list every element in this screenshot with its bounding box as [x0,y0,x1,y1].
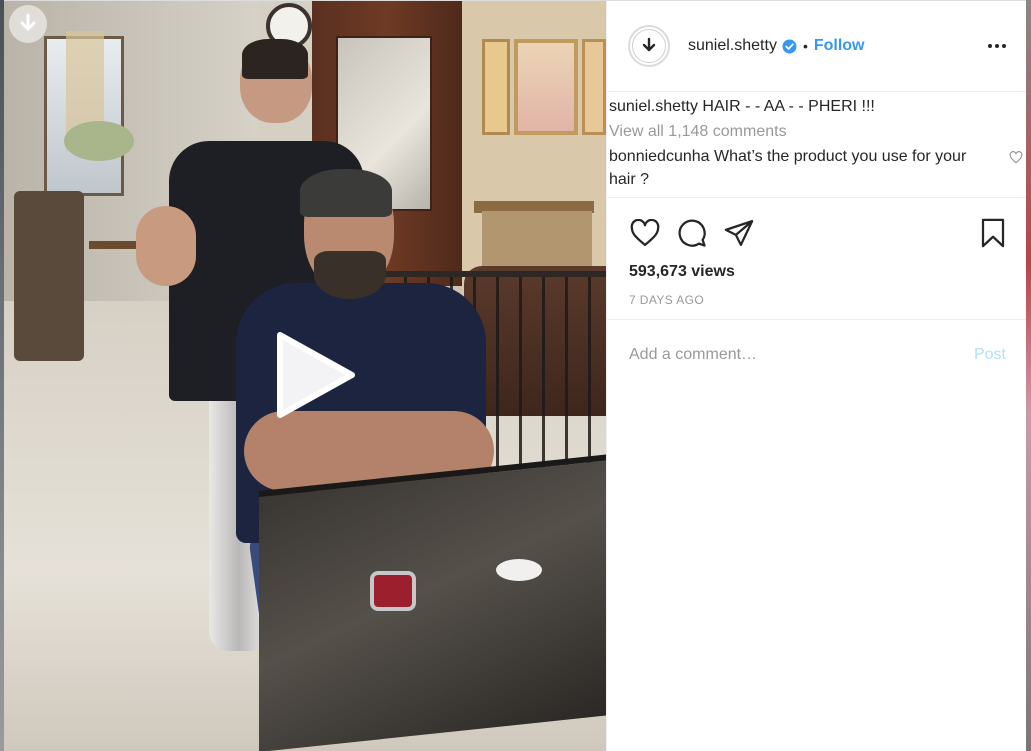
post-details-panel: suniel.shetty • Follow suniel.shetty HAI… [606,1,1026,751]
comments-section: suniel.shetty HAIR - - AA - - PHERI !!! … [607,92,1026,191]
bookmark-icon[interactable] [976,216,1010,250]
share-icon[interactable] [722,216,756,250]
avatar[interactable] [628,25,670,67]
post-actions [607,197,1026,255]
download-arrow-icon [632,29,666,63]
comment-like-heart-icon[interactable] [1009,148,1023,171]
caption: suniel.shetty HAIR - - AA - - PHERI !!! [609,95,1006,118]
post-video[interactable] [4,1,606,751]
caption-username[interactable]: suniel.shetty [609,98,698,115]
heart-icon[interactable] [628,216,662,250]
post-timestamp[interactable]: 7 DAYS AGO [607,281,1026,307]
author-username[interactable]: suniel.shetty [688,37,777,55]
backdrop [1026,0,1031,751]
comment-input[interactable] [629,345,974,364]
comment-icon[interactable] [675,216,709,250]
view-all-comments-link[interactable]: View all 1,148 comments [609,120,1006,143]
add-comment-bar: Post [607,319,1026,389]
download-icon[interactable] [9,5,47,43]
comment-item: bonniedcunha What’s the product you use … [609,145,1023,191]
follow-button[interactable]: Follow [814,37,865,55]
post-header: suniel.shetty • Follow [607,1,1026,92]
view-count[interactable]: 593,673 views [607,255,1026,281]
play-icon[interactable] [272,331,356,419]
comment-username[interactable]: bonniedcunha [609,148,710,165]
post-comment-button[interactable]: Post [974,346,1006,364]
separator-dot: • [802,38,808,54]
caption-text: HAIR - - AA - - PHERI !!! [702,98,875,115]
verified-badge-icon [782,39,797,54]
more-options-icon[interactable] [988,38,1006,54]
post-modal: suniel.shetty • Follow suniel.shetty HAI… [4,0,1026,751]
